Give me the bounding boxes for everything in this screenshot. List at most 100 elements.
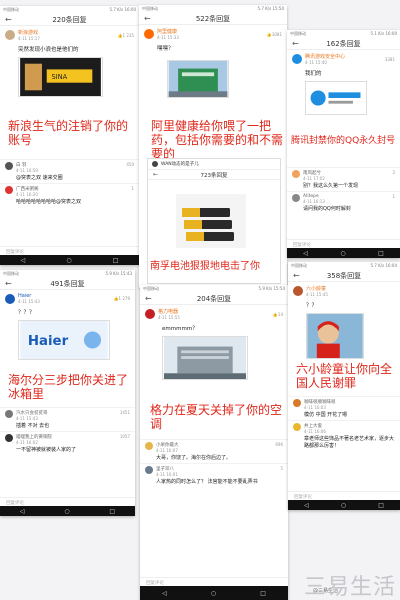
post-photo[interactable] (305, 81, 367, 115)
back-nav-icon[interactable]: ◁ (20, 508, 25, 515)
original-post: 新浪游戏 4-11 15:17 👍1 235 (0, 26, 139, 44)
comment-likes[interactable]: 1 (392, 194, 395, 199)
post-photo[interactable]: Haier (18, 320, 110, 360)
comment-likes[interactable]: 1451 (120, 410, 130, 415)
avatar[interactable] (145, 309, 155, 319)
post-photo[interactable] (162, 336, 248, 380)
post-photo[interactable]: SINA (18, 57, 103, 97)
recents-nav-icon[interactable]: □ (109, 508, 115, 515)
post-text: emmmmm？ (162, 326, 198, 332)
home-nav-icon[interactable]: ○ (341, 502, 346, 509)
comment-item[interactable]: 白 羽 4-11 16:59 @突表之双 速来交圈 450 (0, 159, 139, 183)
status-bar: 中国移动 5.9 K/s 15:54 (140, 285, 288, 293)
back-arrow-icon[interactable]: ← (145, 294, 152, 303)
reply-input[interactable]: 回复评论 (0, 497, 135, 506)
back-arrow-icon[interactable]: ← (5, 15, 12, 24)
reply-header: ← 220条回复 (0, 14, 139, 26)
comment-item[interactable]: 里子邓八 4-11 16:01 人家热的同时怎么了？ 法官能不能不要乱弄书 5 (140, 463, 288, 487)
like-count[interactable]: 👍3081 (267, 32, 282, 37)
back-arrow-icon[interactable]: ← (5, 279, 12, 288)
home-nav-icon[interactable]: ○ (64, 508, 69, 515)
comment-likes[interactable]: 5 (280, 466, 283, 471)
post-text: ？？ (306, 303, 318, 309)
comment-likes[interactable]: 450 (126, 162, 134, 167)
back-arrow-icon[interactable]: ← (144, 14, 151, 23)
recents-nav-icon[interactable]: □ (378, 250, 384, 257)
comment-time: 4-11 17:02 (303, 176, 325, 181)
home-nav-icon[interactable]: ○ (340, 250, 345, 257)
comment-likes[interactable]: 1 (131, 186, 134, 191)
like-count[interactable]: 👍1 279 (114, 296, 130, 301)
back-arrow-icon[interactable]: ← (153, 171, 158, 178)
svg-text:Haier: Haier (28, 334, 69, 349)
like-count[interactable]: 👍14 (273, 312, 283, 317)
comment-item[interactable]: 咖啡很顺咖啡很 4-11 16:03 模仿 中国 开花了嗯 (288, 396, 400, 420)
original-post: 六小龄童 4-11 15:45 (288, 282, 400, 300)
post-username[interactable]: 六小龄童 (306, 285, 328, 292)
reply-input[interactable]: 回复评论 (288, 491, 400, 500)
back-nav-icon[interactable]: ◁ (162, 590, 167, 597)
avatar (152, 161, 158, 167)
panel-gree: 中国移动 5.9 K/s 15:54 ← 204条回复 格力电器 4-11 15… (140, 285, 288, 600)
comment-item[interactable]: 广西米粥阁 4-11 16:20 哈哈哈哈哈哈哈哈@突表之双 1 (0, 183, 139, 207)
comment-text: 章老师这些饰品不著名老艺术家，逐步大路都那么厉害！ (304, 436, 395, 449)
back-nav-icon[interactable]: ◁ (304, 502, 309, 509)
like-count[interactable]: 3381 (385, 57, 395, 62)
avatar[interactable] (5, 293, 15, 304)
reply-count-title: 220条回复 (52, 15, 87, 24)
avatar[interactable] (144, 29, 154, 39)
recents-nav-icon[interactable]: □ (378, 502, 384, 509)
comment-likes[interactable]: 2 (392, 170, 395, 175)
post-photo[interactable] (306, 313, 364, 359)
home-nav-icon[interactable]: ○ (211, 590, 216, 597)
comment-time: 4-11 16:13 (303, 199, 325, 204)
reply-input[interactable]: 回复评论 (0, 246, 139, 255)
back-arrow-icon[interactable]: ← (292, 39, 299, 48)
status-info: 5.9 K/s 15:43 (105, 271, 133, 276)
post-username[interactable]: 格力电器 (158, 308, 180, 315)
avatar[interactable] (293, 286, 303, 296)
comment-item[interactable]: Alitepe 4-11 16:13 请问我的QQ何时解封 1 (287, 191, 400, 214)
nested-reply-header: ← 723条回复 (148, 170, 280, 180)
post-time: 4-11 15:43 (18, 299, 40, 304)
comment-text: 哈哈哈哈哈哈哈哈@突表之双 (16, 199, 82, 205)
post-username[interactable]: 腾讯游戏安全中心 (305, 53, 345, 60)
comment-likes[interactable]: 1057 (120, 434, 130, 439)
back-nav-icon[interactable]: ◁ (303, 250, 308, 257)
recents-nav-icon[interactable]: □ (113, 257, 119, 264)
status-bar: 中国移动 5.9 K/s 15:43 (0, 270, 135, 278)
meme-caption: 六小龄童让你向全国人民谢罪 (296, 362, 393, 390)
post-text: ？？？ (18, 310, 35, 316)
status-info: 5.9 K/s 15:54 (258, 286, 286, 291)
battery-photo[interactable] (176, 194, 246, 248)
reply-input[interactable]: 回复评论 (287, 239, 400, 248)
comment-item[interactable]: 汽水只会贫贫哥 4-11 15:43 插着 不对 去也 1451 (0, 407, 135, 431)
post-time: 4-11 15:17 (18, 36, 40, 41)
reply-input[interactable]: 回复评论 (140, 577, 288, 586)
comment-time: 4-11 16:01 (156, 472, 178, 477)
back-arrow-icon[interactable]: ← (293, 271, 300, 280)
android-nav-bar: ◁ ○ □ (288, 500, 400, 510)
comment-time: 4-11 15:43 (16, 416, 38, 421)
status-carrier: 中国移动 (3, 271, 19, 276)
recents-nav-icon[interactable]: □ (260, 590, 266, 597)
comment-item[interactable]: 南风起兮 4-11 17:02 别？我这么久第一个发现 2 (287, 167, 400, 191)
comment-item[interactable]: 井上大俊 4-11 16:06 章老师这些饰品不著名老艺术家，逐步大路都那么厉害… (288, 420, 400, 451)
android-nav-bar: ◁ ○ □ (0, 506, 135, 516)
avatar[interactable] (292, 54, 302, 64)
home-nav-icon[interactable]: ○ (66, 257, 71, 264)
avatar (292, 170, 300, 178)
post-photo[interactable] (167, 60, 229, 98)
avatar[interactable] (5, 30, 15, 40)
comment-text: 人家热的同时怎么了？ 法官能不能不要乱弄书 (156, 479, 258, 485)
nested-username[interactable]: WAN动态的是子儿 (161, 161, 199, 167)
back-nav-icon[interactable]: ◁ (21, 257, 26, 264)
like-count[interactable]: 👍1 235 (118, 33, 134, 38)
comment-likes[interactable]: 696 (275, 442, 283, 447)
panel-ali-health: 中国移动 5.7 K/s 15:50 ← 522条回复 阿里健康 4-11 15… (139, 5, 287, 288)
post-username[interactable]: 新浪游戏 (18, 29, 40, 36)
comment-item[interactable]: 小呆你最大 4-11 16:07 大哥，你饶了。海尔在你后边了。 696 (140, 439, 288, 463)
post-username[interactable]: 阿里健康 (157, 28, 179, 35)
comment-item[interactable]: 喵哩我上的黄铜院 4-11 16:02 一不留神被就被装人家的了 1057 (0, 431, 135, 455)
reply-count-title: 204条回复 (196, 294, 232, 303)
